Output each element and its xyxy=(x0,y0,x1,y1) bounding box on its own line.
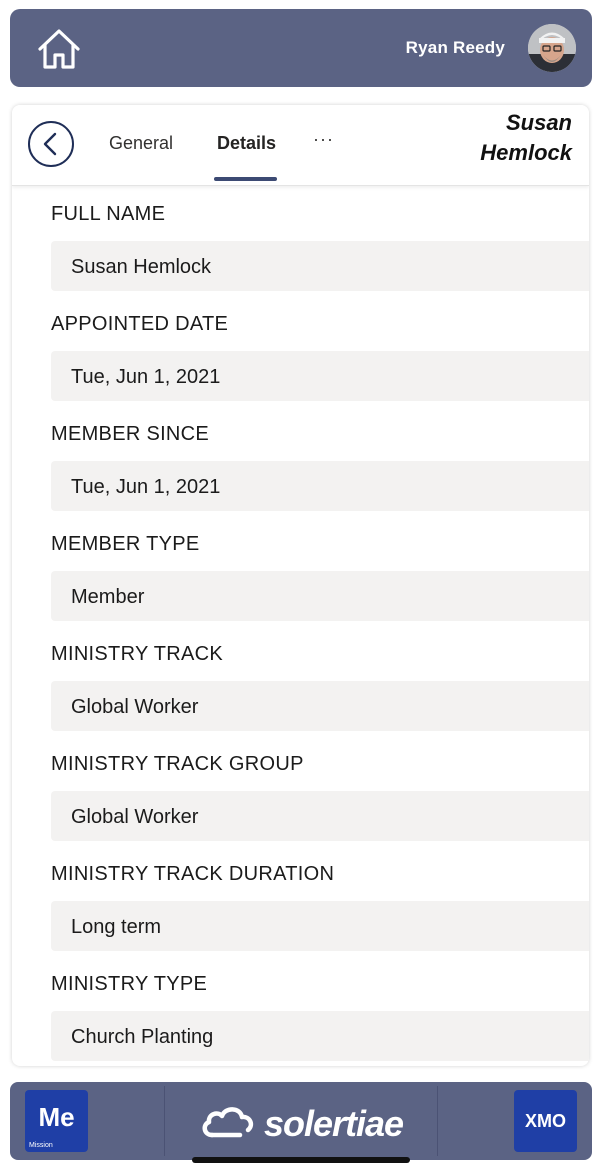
xmo-tile-label: XMO xyxy=(524,1111,566,1131)
field-ministry-track-duration: MINISTRY TRACK DURATION Long term xyxy=(51,863,589,973)
field-value: Global Worker xyxy=(51,791,589,841)
me-mission-tile[interactable]: Me Mission xyxy=(25,1090,88,1152)
field-label: MEMBER TYPE xyxy=(51,533,200,555)
divider xyxy=(164,1086,165,1156)
field-value: Susan Hemlock xyxy=(51,241,589,291)
field-value: Long term xyxy=(51,901,589,951)
bottom-app-bar: Me Mission solertiae XMO xyxy=(10,1082,592,1160)
tab-details[interactable]: Details xyxy=(217,133,276,154)
tab-more[interactable]: ··· xyxy=(313,129,334,150)
xmo-tile[interactable]: XMO xyxy=(514,1090,577,1152)
me-tile-label: Me xyxy=(38,1102,75,1132)
solertiae-logo[interactable]: solertiae xyxy=(200,1101,404,1145)
home-icon[interactable] xyxy=(36,27,82,71)
field-appointed-date: APPOINTED DATE Tue, Jun 1, 2021 xyxy=(51,313,589,423)
person-first-name: Susan xyxy=(505,110,572,135)
field-label: MINISTRY TRACK xyxy=(51,643,224,665)
user-avatar[interactable] xyxy=(528,24,576,72)
field-ministry-track: MINISTRY TRACK Global Worker xyxy=(51,643,589,753)
tab-header: General Details ··· Susan Hemlock xyxy=(12,105,589,186)
field-value: Tue, Jun 1, 2021 xyxy=(51,351,589,401)
field-value: Tue, Jun 1, 2021 xyxy=(51,461,589,511)
field-label: MINISTRY TRACK GROUP xyxy=(51,753,304,775)
field-label: FULL NAME xyxy=(51,203,166,225)
home-indicator xyxy=(192,1157,410,1163)
field-label: MINISTRY TRACK DURATION xyxy=(51,863,335,885)
field-full-name: FULL NAME Susan Hemlock xyxy=(51,203,589,313)
active-tab-indicator xyxy=(214,177,277,181)
field-label: MINISTRY TYPE xyxy=(51,973,208,995)
field-value: Global Worker xyxy=(51,681,589,731)
field-ministry-type: MINISTRY TYPE Church Planting xyxy=(51,973,589,1066)
field-value: Member xyxy=(51,571,589,621)
field-label: APPOINTED DATE xyxy=(51,313,229,335)
person-last-name: Hemlock xyxy=(480,140,572,165)
person-name: Susan Hemlock xyxy=(480,108,572,168)
field-member-type: MEMBER TYPE Member xyxy=(51,533,589,643)
detail-fields: FULL NAME Susan Hemlock APPOINTED DATE T… xyxy=(51,203,589,1066)
back-button[interactable] xyxy=(28,121,74,167)
logo-text: solertiae xyxy=(264,1103,404,1144)
field-ministry-track-group: MINISTRY TRACK GROUP Global Worker xyxy=(51,753,589,863)
user-name: Ryan Reedy xyxy=(405,38,505,57)
avatar-photo-icon xyxy=(528,24,576,72)
chevron-left-icon xyxy=(43,132,57,156)
field-label: MEMBER SINCE xyxy=(51,423,210,445)
me-tile-subtitle: Mission xyxy=(29,1142,53,1149)
cloud-icon xyxy=(202,1107,254,1138)
details-card: General Details ··· Susan Hemlock FULL N… xyxy=(12,105,589,1066)
divider xyxy=(437,1086,438,1156)
field-member-since: MEMBER SINCE Tue, Jun 1, 2021 xyxy=(51,423,589,533)
top-app-bar: Ryan Reedy xyxy=(10,9,592,87)
field-value: Church Planting xyxy=(51,1011,589,1061)
tab-general[interactable]: General xyxy=(109,133,173,154)
